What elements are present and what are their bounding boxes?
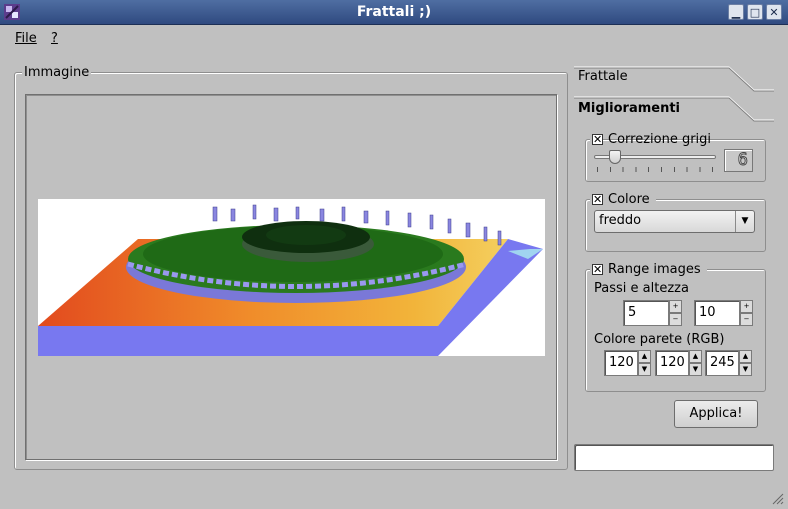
green-up-button[interactable]: ▲ [689, 350, 702, 363]
resize-grip-icon[interactable] [770, 491, 784, 505]
color-label: Colore [608, 192, 650, 207]
color-select[interactable]: freddo ▼ [594, 210, 755, 233]
check-icon: ✕ [593, 133, 603, 146]
height-field[interactable]: 10 [694, 300, 740, 326]
blue-field[interactable]: 245 [705, 350, 739, 376]
green-down-button[interactable]: ▼ [689, 363, 702, 376]
range-checkbox[interactable]: ✕ [592, 264, 603, 275]
height-up-button[interactable]: + [740, 300, 753, 313]
color-header: ✕ Colore [590, 192, 656, 208]
grayscale-lcd: 6 [724, 149, 753, 172]
close-button[interactable]: ✕ [766, 4, 782, 20]
color-checkbox[interactable]: ✕ [592, 194, 603, 205]
red-up-button[interactable]: ▲ [638, 350, 651, 363]
arrow-down-icon: − [743, 315, 750, 323]
apply-button[interactable]: Applica! [674, 400, 758, 428]
blue-down-button[interactable]: ▼ [739, 363, 752, 376]
grayscale-header: ✕ Correzione grigi [590, 132, 711, 148]
minimize-button[interactable]: ▁ [728, 4, 744, 20]
range-header: ✕ Range images [590, 262, 707, 278]
grayscale-label: Correzione grigi [608, 132, 712, 147]
menu-bar: File ? [0, 25, 788, 53]
arrow-down-icon: ▼ [641, 365, 648, 373]
window-title: Frattali ;) [356, 4, 432, 20]
steps-label: Passi e altezza [594, 281, 689, 296]
arrow-up-icon: ▲ [742, 352, 749, 360]
grayscale-checkbox[interactable]: ✕ [592, 134, 603, 145]
menu-help[interactable]: ? [51, 31, 58, 46]
menu-file[interactable]: File [15, 31, 37, 46]
arrow-down-icon: ▼ [692, 365, 699, 373]
fractal-image [38, 199, 545, 356]
wall-color-label: Colore parete (RGB) [594, 332, 725, 347]
range-label: Range images [608, 262, 701, 277]
minimize-icon: ▁ [731, 6, 741, 19]
tab-miglioramenti[interactable]: Miglioramenti [574, 96, 774, 124]
blue-up-button[interactable]: ▲ [739, 350, 752, 363]
close-icon: ✕ [769, 6, 779, 19]
status-field[interactable] [574, 444, 774, 471]
red-down-button[interactable]: ▼ [638, 363, 651, 376]
steps-down-button[interactable]: − [669, 313, 682, 326]
maximize-icon: □ [749, 6, 761, 19]
title-bar[interactable]: Frattali ;) ▁ □ ✕ [0, 0, 788, 25]
arrow-up-icon: ▲ [641, 352, 648, 360]
arrow-down-icon: ▼ [742, 365, 749, 373]
red-field[interactable]: 120 [604, 350, 638, 376]
check-icon: ✕ [593, 263, 603, 276]
arrow-up-icon: + [672, 302, 679, 310]
height-down-button[interactable]: − [740, 313, 753, 326]
check-icon: ✕ [593, 193, 603, 206]
tab-frattale-label: Frattale [578, 69, 628, 84]
color-select-value: freddo [599, 213, 642, 228]
arrow-up-icon: + [743, 302, 750, 310]
slider-ticks [597, 167, 713, 172]
tab-frattale[interactable]: Frattale [574, 66, 774, 94]
arrow-up-icon: ▲ [692, 352, 699, 360]
chevron-down-icon[interactable]: ▼ [735, 211, 754, 232]
image-frame [25, 94, 557, 460]
tab-miglioramenti-label: Miglioramenti [578, 101, 681, 116]
maximize-button[interactable]: □ [747, 4, 763, 20]
green-field[interactable]: 120 [655, 350, 689, 376]
steps-up-button[interactable]: + [669, 300, 682, 313]
steps-field[interactable]: 5 [623, 300, 669, 326]
image-group-title: Immagine [22, 65, 92, 80]
arrow-down-icon: − [672, 315, 679, 323]
